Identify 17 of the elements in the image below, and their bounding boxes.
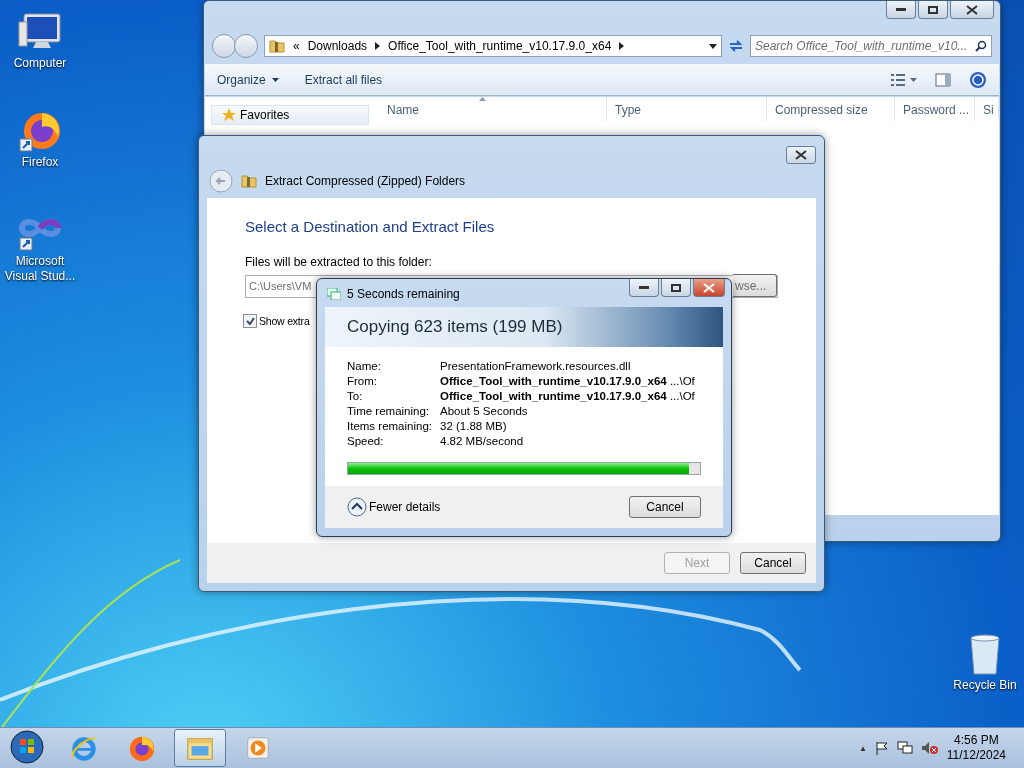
dialog-heading: Select a Destination and Extract Files xyxy=(245,218,496,235)
detail-value: Office_Tool_with_runtime_v10.17.9.0_x64 ...\Of xyxy=(440,374,696,388)
copy-heading: Copying 623 items (199 MB) xyxy=(347,317,563,337)
detail-label: To: xyxy=(347,389,364,403)
detail-label: Speed: xyxy=(347,434,385,448)
window-title: 5 Seconds remaining xyxy=(347,287,460,301)
detail-value: 32 (1.88 MB) xyxy=(440,419,508,433)
detail-label: Time remaining: xyxy=(347,404,431,418)
detail-value: PresentationFramework.resources.dll xyxy=(440,359,632,373)
field-label: Files will be extracted to this folder: xyxy=(245,255,433,269)
detail-label: From: xyxy=(347,374,379,388)
detail-value: 4.82 MB/second xyxy=(440,434,525,448)
dialog-title: Extract Compressed (Zipped) Folders xyxy=(265,174,466,188)
detail-value: About 5 Seconds xyxy=(440,404,529,418)
detail-value: Office_Tool_with_runtime_v10.17.9.0_x64 ...\Of xyxy=(440,389,696,403)
detail-label: Name: xyxy=(347,359,382,373)
detail-label: Items remaining: xyxy=(347,419,433,433)
